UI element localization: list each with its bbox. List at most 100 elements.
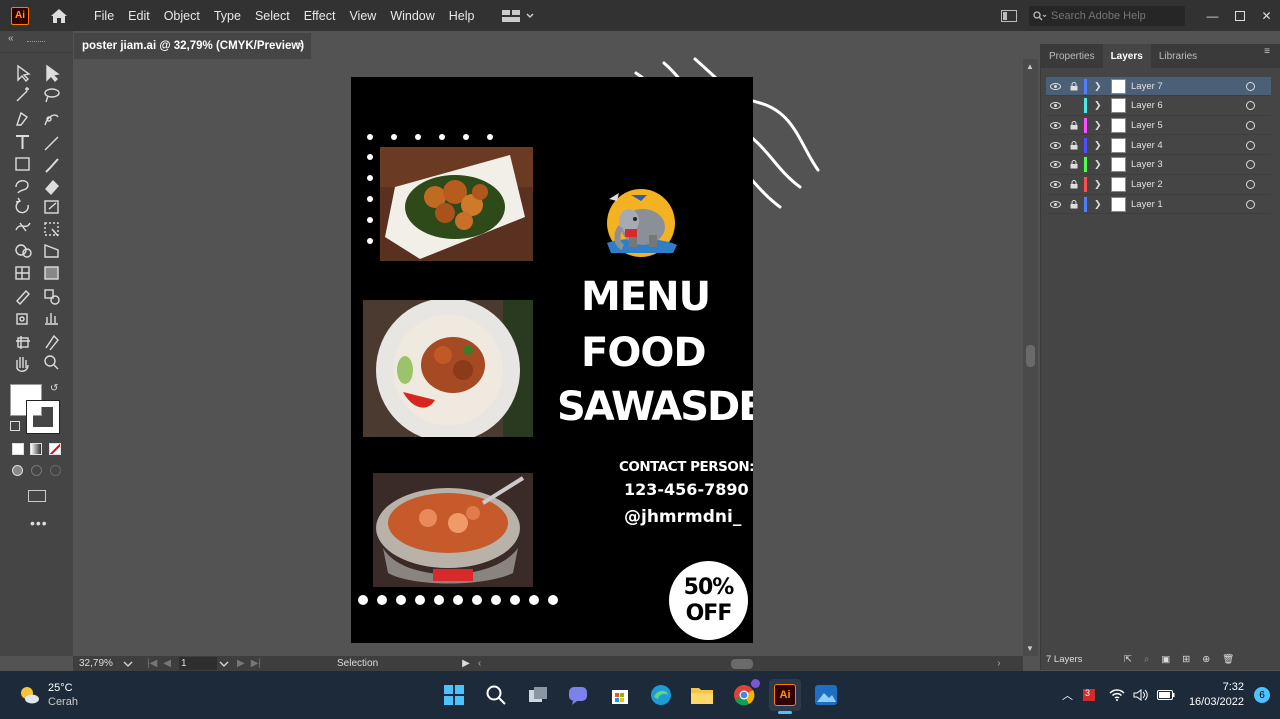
last-artboard-icon[interactable]: ▶| <box>251 658 261 669</box>
layer-name[interactable]: Layer 6 <box>1131 100 1246 111</box>
poster-title-line-3[interactable]: SAWASDEE <box>557 385 753 429</box>
illustrator-icon[interactable]: Ai <box>769 679 801 714</box>
minimize-icon[interactable]: — <box>1199 0 1226 31</box>
chevron-right-icon[interactable]: ❯ <box>1094 199 1106 210</box>
target-circle-icon[interactable] <box>1246 180 1255 189</box>
zoom-dropdown-icon[interactable] <box>123 661 133 667</box>
color-mode-icon[interactable] <box>12 443 24 455</box>
poster-title-line-1[interactable]: MENU <box>581 275 711 319</box>
target-circle-icon[interactable] <box>1246 101 1255 111</box>
more-tools-icon[interactable]: ••• <box>30 515 48 531</box>
stroke-swatch[interactable] <box>26 400 60 434</box>
contact-handle[interactable]: @jhmrmdni_ <box>624 507 753 527</box>
menu-help[interactable]: Help <box>442 9 482 23</box>
contact-label[interactable]: CONTACT PERSON: <box>619 459 753 475</box>
poster-title-line-2[interactable]: FOOD <box>581 331 707 375</box>
chevron-right-icon[interactable]: ❯ <box>1094 120 1106 131</box>
food-photo-spicy-salad[interactable] <box>363 300 533 437</box>
chevron-right-icon[interactable]: ❯ <box>1094 159 1106 170</box>
eye-icon[interactable] <box>1046 161 1064 169</box>
vertical-scrollbar[interactable]: ▲ ▼ <box>1023 59 1038 656</box>
none-mode-icon[interactable] <box>49 443 61 455</box>
explorer-icon[interactable] <box>686 679 718 711</box>
layer-name[interactable]: Layer 7 <box>1131 81 1246 92</box>
chevron-right-icon[interactable]: ❯ <box>1094 140 1106 151</box>
tray-app-icon[interactable]: 3 <box>1082 688 1095 701</box>
menu-file[interactable]: File <box>87 9 121 23</box>
artboard-poster[interactable]: MENU FOOD SAWASDEE CONTACT PERSON: 123-4… <box>351 77 753 643</box>
target-circle-icon[interactable] <box>1246 160 1255 170</box>
hscroll-left-icon[interactable]: ‹ <box>478 658 481 669</box>
arrange-documents-icon[interactable] <box>1001 9 1017 22</box>
help-search-input[interactable] <box>1051 9 1181 22</box>
zoom-level[interactable]: 32,79% <box>79 658 123 669</box>
menu-object[interactable]: Object <box>157 9 207 23</box>
layer-row[interactable]: ❯ Layer 4 <box>1046 136 1271 156</box>
status-menu-icon[interactable]: ▶ <box>462 658 470 669</box>
lock-icon[interactable] <box>1064 120 1084 130</box>
restaurant-elephant-logo[interactable] <box>601 187 681 259</box>
maximize-icon[interactable] <box>1226 0 1253 31</box>
artboard-dropdown-icon[interactable] <box>219 661 229 667</box>
lock-icon[interactable] <box>1064 160 1084 169</box>
eye-icon[interactable] <box>1046 82 1064 90</box>
store-icon[interactable] <box>604 679 636 711</box>
edge-icon[interactable] <box>645 679 677 711</box>
discount-badge[interactable]: 50% OFF <box>669 561 748 640</box>
gradient-mode-icon[interactable] <box>30 443 42 455</box>
layer-name[interactable]: Layer 5 <box>1131 120 1246 131</box>
battery-icon[interactable] <box>1156 690 1175 700</box>
close-icon[interactable]: ✕ <box>1253 0 1280 31</box>
document-tab[interactable]: poster jiam.ai @ 32,79% (CMYK/Preview) × <box>74 33 311 59</box>
chevron-right-icon[interactable]: ❯ <box>1094 100 1106 111</box>
layer-name[interactable]: Layer 3 <box>1131 159 1246 170</box>
food-photo-tom-yum[interactable] <box>373 473 533 587</box>
chrome-icon[interactable] <box>728 679 760 711</box>
layer-name[interactable]: Layer 4 <box>1131 140 1246 151</box>
lock-icon[interactable] <box>1064 180 1084 189</box>
delete-layer-icon[interactable]: 🗑 <box>1222 654 1234 665</box>
taskbar-search-icon[interactable] <box>480 679 512 711</box>
volume-icon[interactable] <box>1133 689 1149 701</box>
layer-row[interactable]: ❯ Layer 3 <box>1046 156 1271 175</box>
export-icon[interactable]: ⇱ <box>1124 654 1132 665</box>
clipping-mask-icon[interactable]: ▣ <box>1161 654 1170 665</box>
screen-mode-icon[interactable] <box>28 490 46 502</box>
food-photo-fried-chicken[interactable] <box>380 147 533 261</box>
target-circle-icon[interactable] <box>1246 140 1255 150</box>
swap-fill-stroke-icon[interactable]: ↺ <box>50 383 58 394</box>
notification-badge[interactable]: 6 <box>1254 687 1270 703</box>
vertical-scroll-thumb[interactable] <box>1026 345 1035 367</box>
eye-icon[interactable] <box>1046 102 1064 110</box>
menu-edit[interactable]: Edit <box>121 9 157 23</box>
artboard-number[interactable]: 1 <box>179 657 217 670</box>
new-sublayer-icon[interactable]: ⊞ <box>1182 654 1190 665</box>
clock[interactable]: 7:32 16/03/2022 <box>1189 680 1244 710</box>
wifi-icon[interactable] <box>1109 689 1125 701</box>
home-icon[interactable] <box>49 6 69 26</box>
tray-overflow-icon[interactable]: ︿ <box>1062 687 1073 703</box>
eye-icon[interactable] <box>1046 181 1064 188</box>
eye-icon[interactable] <box>1046 200 1064 208</box>
menu-select[interactable]: Select <box>248 9 297 23</box>
lock-icon[interactable] <box>1064 140 1084 150</box>
menu-window[interactable]: Window <box>383 9 441 23</box>
chat-icon[interactable] <box>562 679 594 711</box>
menu-type[interactable]: Type <box>207 9 248 23</box>
default-colors-icon[interactable] <box>10 421 20 431</box>
chevron-right-icon[interactable]: ❯ <box>1094 81 1106 92</box>
layer-row[interactable]: ❯ Layer 6 <box>1046 97 1271 116</box>
tab-libraries[interactable]: Libraries <box>1151 44 1205 68</box>
help-search[interactable] <box>1029 5 1185 26</box>
target-circle-icon[interactable] <box>1246 199 1255 209</box>
layer-row[interactable]: ❯ Layer 5 <box>1046 116 1271 136</box>
menu-view[interactable]: View <box>342 9 383 23</box>
tools-panel-header[interactable]: « <box>0 31 73 53</box>
target-circle-icon[interactable] <box>1246 120 1255 130</box>
first-artboard-icon[interactable]: |◀ <box>147 658 157 669</box>
task-view-icon[interactable] <box>522 679 554 711</box>
document-close-icon[interactable]: × <box>296 40 303 52</box>
menu-effect[interactable]: Effect <box>297 9 343 23</box>
draw-mode-icons[interactable] <box>12 465 61 476</box>
windows-start-icon[interactable] <box>438 679 470 711</box>
